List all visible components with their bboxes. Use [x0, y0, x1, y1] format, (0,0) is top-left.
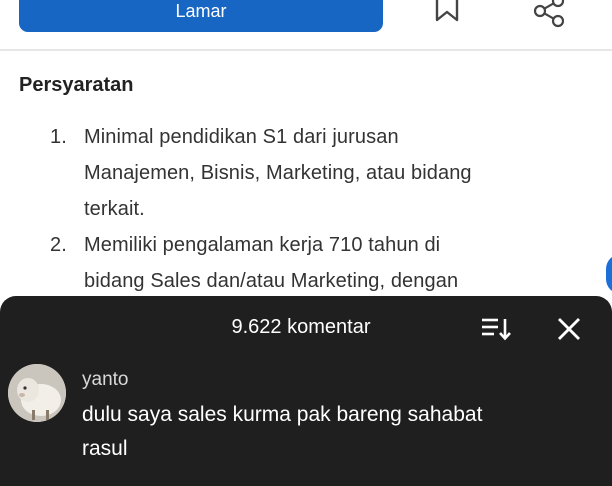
sheep-avatar-icon [8, 364, 66, 422]
list-item-number: 1. [50, 126, 67, 148]
header-divider [0, 49, 612, 51]
comment-text-line: dulu saya sales kurma pak bareng sahabat [82, 403, 483, 426]
bookmark-icon[interactable] [432, 0, 462, 24]
apply-button[interactable]: Lamar [19, 0, 383, 32]
list-item-line: bidang Sales dan/atau Marketing, dengan [84, 270, 459, 292]
comment-text-line: rasul [82, 437, 128, 460]
apply-button-label: Lamar [175, 0, 227, 21]
list-item-number: 2. [50, 234, 67, 256]
list-item-line: Minimal pendidikan S1 dari jurusan [84, 126, 399, 148]
comment-username[interactable]: yanto [82, 369, 128, 391]
list-item: 1. Minimal pendidikan S1 dari jurusan Ma… [46, 119, 586, 227]
sort-icon[interactable] [480, 317, 512, 341]
list-item: 2. Memiliki pengalaman kerja 710 tahun d… [46, 227, 586, 299]
share-icon[interactable] [532, 0, 566, 28]
job-action-bar: Lamar [0, 0, 612, 50]
list-item-line: Memiliki pengalaman kerja 710 tahun di [84, 234, 441, 256]
requirements-list: 1. Minimal pendidikan S1 dari jurusan Ma… [46, 119, 586, 299]
list-item-line: terkait. [84, 198, 145, 220]
list-item-line: Manajemen, Bisnis, Marketing, atau bidan… [84, 162, 472, 184]
close-icon[interactable] [556, 316, 582, 342]
requirements-title: Persyaratan [19, 74, 134, 96]
floating-button[interactable] [606, 254, 612, 294]
comment-text: dulu saya sales kurma pak bareng sahabat… [82, 398, 602, 466]
avatar[interactable] [8, 364, 66, 422]
